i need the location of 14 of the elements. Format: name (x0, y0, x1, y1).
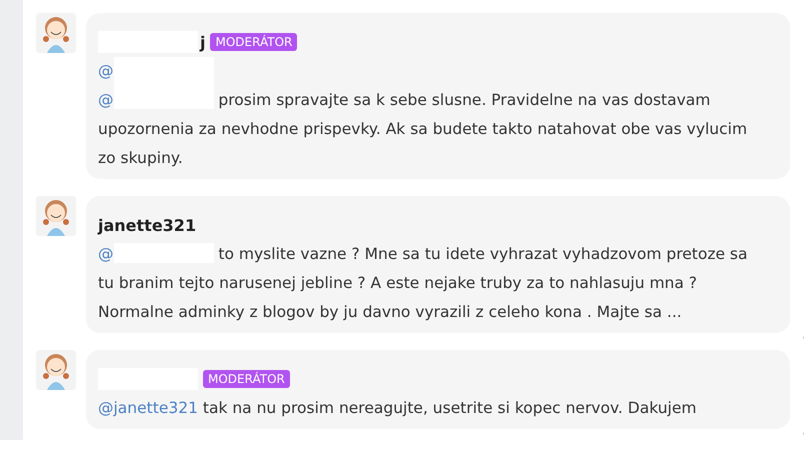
mention-link[interactable]: @ (98, 62, 114, 80)
role-badge: MODERÁTOR (203, 370, 290, 388)
mention-link[interactable]: @janette321 (98, 399, 198, 417)
avatar-icon (36, 350, 76, 390)
avatar-icon (36, 13, 76, 53)
comment-text: @ prosim spravajte sa k sebe slusne. Pravidelne na vas dostavam upozornenia za nevhodne prispevky. Ak sa budete takto natahovat obe vas vylucim zo skupiny. (98, 88, 748, 169)
role-badge: MODERÁTOR (210, 33, 298, 51)
mention-link[interactable]: @ (98, 245, 114, 263)
comment-text: @janette321 tak na nu prosim nereagujte, usetrite si kopec nervov. Dakujem (98, 398, 698, 419)
author-name[interactable]: j (200, 32, 206, 52)
mention-link[interactable]: @ (98, 91, 114, 109)
avatar-icon (36, 196, 76, 236)
author-name[interactable]: janette321 (98, 216, 196, 234)
comment-text: @ to myslite vazne ? Mne sa tu idete vyhrazat vyhadzovom pretoze sa tu branim tejto narusenej jebline ? A este nejake truby za to nahlasuju mna ? Normalne adminky z blogov by ju davno vyrazili z celeho kona . Majte sa ... (98, 242, 749, 323)
